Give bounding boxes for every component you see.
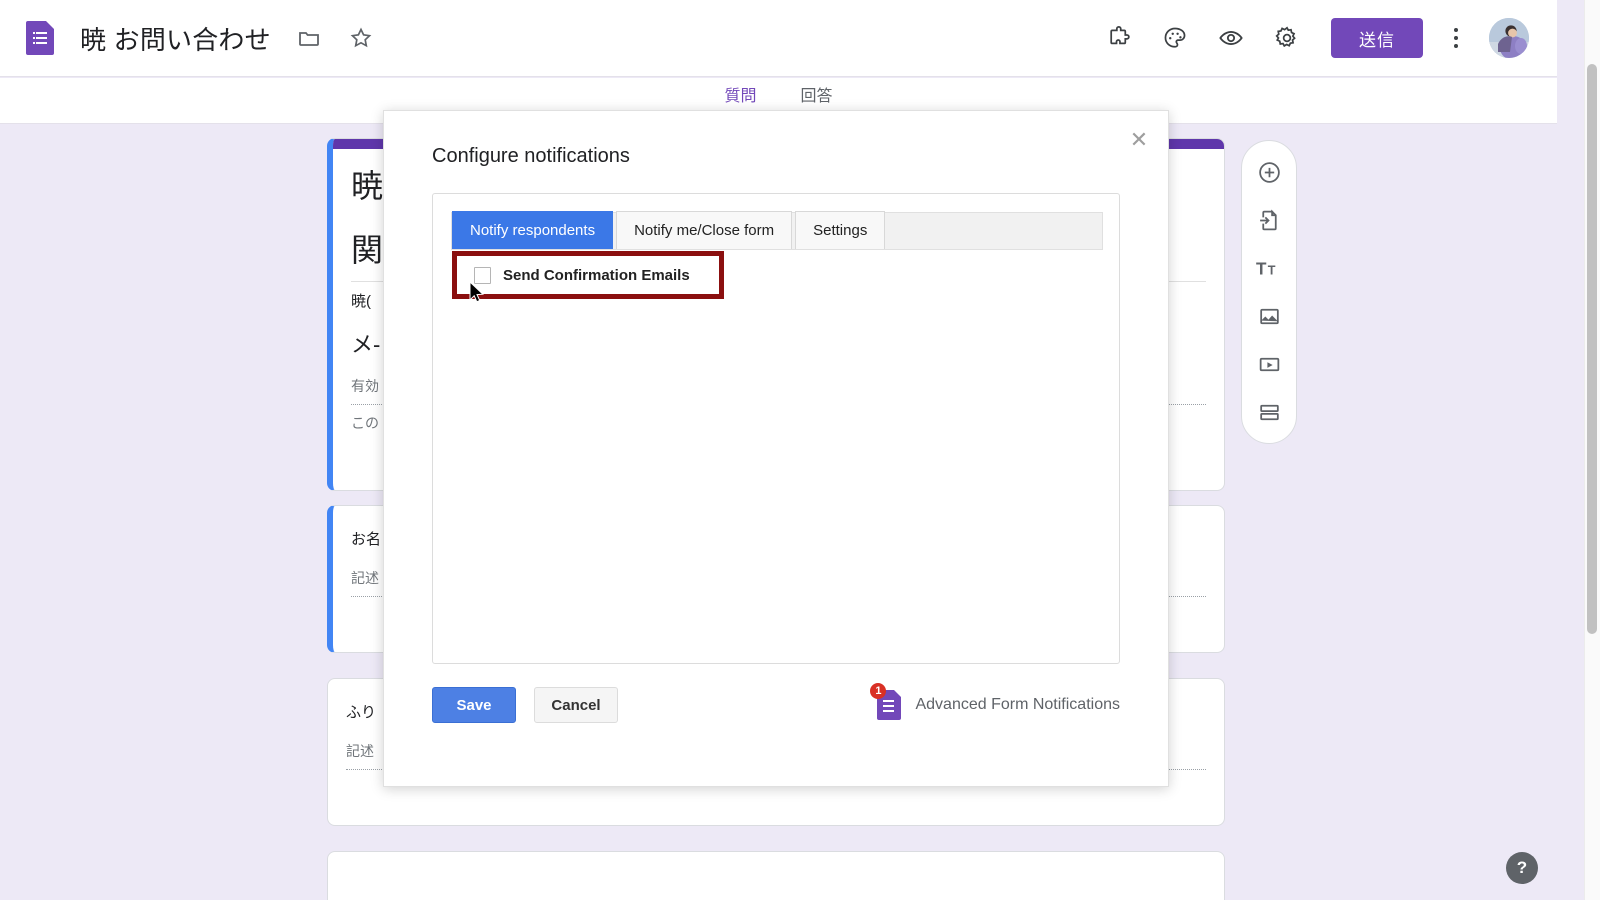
notification-tabs: Notify respondents Notify me/Close form … — [451, 211, 1103, 250]
add-question-button[interactable] — [1247, 153, 1291, 191]
kebab-menu-icon[interactable] — [1439, 18, 1473, 58]
close-icon[interactable]: ✕ — [1126, 127, 1152, 153]
header-actions: 送信 — [1099, 18, 1557, 58]
svg-text:T: T — [1256, 259, 1267, 278]
import-questions-button[interactable] — [1247, 201, 1291, 239]
folder-icon[interactable] — [289, 18, 329, 58]
brand-label: Advanced Form Notifications — [915, 696, 1120, 713]
google-forms-icon — [26, 21, 54, 55]
tab-notify-me-close-form[interactable]: Notify me/Close form — [616, 211, 793, 249]
question-card-3[interactable] — [327, 851, 1225, 900]
advanced-form-notifications-branding: 1 Advanced Form Notifications — [870, 683, 1120, 720]
send-confirmation-emails-row[interactable]: Send Confirmation Emails — [452, 251, 724, 299]
notifications-panel: Notify respondents Notify me/Close form … — [432, 193, 1120, 664]
account-avatar[interactable] — [1489, 18, 1529, 58]
tab-notify-respondents[interactable]: Notify respondents — [452, 211, 614, 249]
configure-notifications-dialog: ✕ Configure notifications Notify respond… — [383, 110, 1169, 787]
cancel-button[interactable]: Cancel — [534, 687, 618, 723]
question-tools-toolbar: T T — [1241, 140, 1297, 444]
gear-settings-icon[interactable] — [1267, 18, 1307, 58]
add-video-button[interactable] — [1247, 345, 1291, 383]
header-left-group: 暁 お問い合わせ — [0, 18, 381, 58]
send-confirmation-emails-checkbox[interactable] — [474, 266, 491, 284]
scrollbar-thumb[interactable] — [1587, 64, 1597, 634]
help-button[interactable]: ? — [1506, 852, 1538, 884]
star-icon[interactable] — [341, 18, 381, 58]
add-section-button[interactable] — [1247, 393, 1291, 431]
palette-theme-icon[interactable] — [1155, 18, 1195, 58]
vertical-scrollbar[interactable] — [1584, 0, 1600, 900]
advanced-form-notifications-icon: 1 — [870, 683, 902, 720]
svg-text:T: T — [1267, 263, 1275, 277]
puzzle-addons-icon[interactable] — [1099, 18, 1139, 58]
eye-preview-icon[interactable] — [1211, 18, 1251, 58]
add-title-button[interactable]: T T — [1247, 249, 1291, 287]
dialog-footer: Save Cancel 1 Advanced Form Notification… — [432, 683, 1120, 727]
save-button[interactable]: Save — [432, 687, 516, 723]
form-title[interactable]: 暁 お問い合わせ — [80, 20, 271, 57]
add-image-button[interactable] — [1247, 297, 1291, 335]
notification-badge: 1 — [870, 683, 887, 699]
app-header: 暁 お問い合わせ 送信 — [0, 0, 1557, 77]
send-confirmation-emails-label: Send Confirmation Emails — [503, 266, 690, 284]
google-forms-app: 暁 お問い合わせ 送信 質問 回答 暁 関 暁(メ- 有効 この お名 記述 … — [0, 0, 1600, 900]
dialog-title: Configure notifications — [432, 145, 630, 167]
tab-settings[interactable]: Settings — [795, 211, 886, 249]
send-button[interactable]: 送信 — [1331, 18, 1423, 58]
